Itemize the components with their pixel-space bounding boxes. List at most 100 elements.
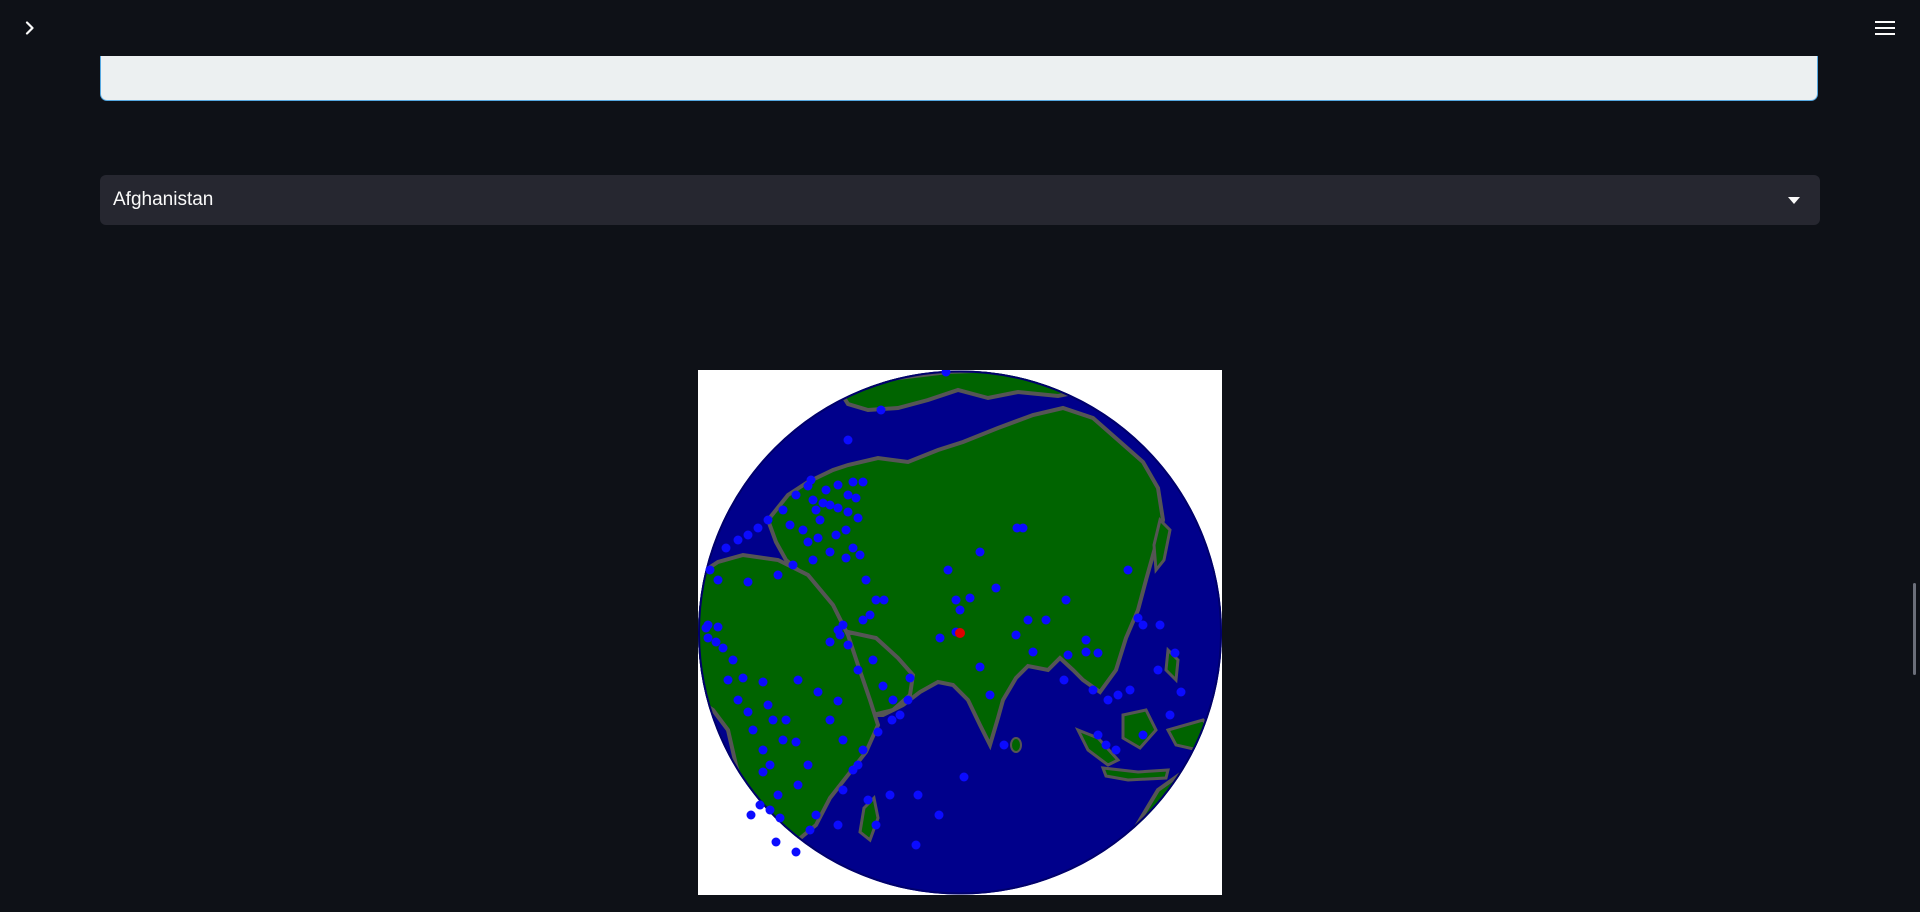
- city-marker[interactable]: [763, 515, 773, 525]
- city-marker[interactable]: [765, 760, 775, 770]
- city-marker[interactable]: [1155, 620, 1165, 630]
- city-marker[interactable]: [758, 677, 768, 687]
- city-marker[interactable]: [895, 710, 905, 720]
- city-marker[interactable]: [1041, 615, 1051, 625]
- city-marker[interactable]: [833, 503, 843, 513]
- city-marker[interactable]: [843, 435, 853, 445]
- city-marker[interactable]: [1061, 595, 1071, 605]
- city-marker[interactable]: [1113, 690, 1123, 700]
- city-marker[interactable]: [965, 593, 975, 603]
- city-marker[interactable]: [999, 740, 1009, 750]
- city-marker[interactable]: [721, 543, 731, 553]
- city-marker[interactable]: [1081, 635, 1091, 645]
- city-marker[interactable]: [788, 560, 798, 570]
- city-marker[interactable]: [1101, 740, 1111, 750]
- city-marker[interactable]: [934, 810, 944, 820]
- city-marker[interactable]: [843, 490, 853, 500]
- city-marker[interactable]: [815, 515, 825, 525]
- city-marker[interactable]: [746, 810, 756, 820]
- city-marker[interactable]: [743, 707, 753, 717]
- city-marker[interactable]: [848, 477, 858, 487]
- city-marker[interactable]: [848, 543, 858, 553]
- city-marker[interactable]: [841, 553, 851, 563]
- city-marker[interactable]: [913, 790, 923, 800]
- city-marker[interactable]: [805, 825, 815, 835]
- city-marker[interactable]: [743, 530, 753, 540]
- city-marker[interactable]: [887, 715, 897, 725]
- city-marker[interactable]: [841, 525, 851, 535]
- city-marker[interactable]: [853, 760, 863, 770]
- city-marker[interactable]: [985, 690, 995, 700]
- city-marker[interactable]: [863, 795, 873, 805]
- main-menu-button[interactable]: [1872, 16, 1898, 40]
- city-marker[interactable]: [991, 583, 1001, 593]
- city-marker[interactable]: [1138, 730, 1148, 740]
- city-marker[interactable]: [798, 525, 808, 535]
- city-marker[interactable]: [858, 745, 868, 755]
- city-marker[interactable]: [853, 665, 863, 675]
- city-marker[interactable]: [825, 500, 835, 510]
- city-marker[interactable]: [763, 700, 773, 710]
- city-marker[interactable]: [911, 840, 921, 850]
- city-marker[interactable]: [705, 565, 715, 575]
- city-marker[interactable]: [793, 780, 803, 790]
- city-marker[interactable]: [975, 547, 985, 557]
- city-marker[interactable]: [838, 785, 848, 795]
- city-marker[interactable]: [773, 790, 783, 800]
- city-marker[interactable]: [951, 595, 961, 605]
- city-marker[interactable]: [1103, 695, 1113, 705]
- city-marker[interactable]: [955, 605, 965, 615]
- city-marker[interactable]: [791, 847, 801, 857]
- city-marker[interactable]: [773, 570, 783, 580]
- country-select[interactable]: Afghanistan: [100, 175, 1820, 225]
- city-marker[interactable]: [858, 477, 868, 487]
- city-marker[interactable]: [781, 715, 791, 725]
- city-marker[interactable]: [793, 675, 803, 685]
- city-marker[interactable]: [905, 673, 915, 683]
- city-marker[interactable]: [873, 727, 883, 737]
- city-marker[interactable]: [943, 565, 953, 575]
- city-marker[interactable]: [1093, 648, 1103, 658]
- city-marker[interactable]: [1111, 745, 1121, 755]
- city-marker[interactable]: [1088, 685, 1098, 695]
- city-marker[interactable]: [1063, 650, 1073, 660]
- city-marker[interactable]: [803, 537, 813, 547]
- city-marker[interactable]: [765, 805, 775, 815]
- city-marker[interactable]: [871, 820, 881, 830]
- city-marker[interactable]: [723, 675, 733, 685]
- city-marker[interactable]: [876, 405, 886, 415]
- city-marker[interactable]: [768, 715, 778, 725]
- city-marker[interactable]: [853, 513, 863, 523]
- city-marker[interactable]: [743, 577, 753, 587]
- city-marker[interactable]: [1125, 685, 1135, 695]
- page-scrollbar[interactable]: [1913, 583, 1916, 675]
- city-marker[interactable]: [1153, 665, 1163, 675]
- city-marker[interactable]: [808, 495, 818, 505]
- city-marker[interactable]: [959, 772, 969, 782]
- city-marker[interactable]: [878, 681, 888, 691]
- city-marker[interactable]: [843, 640, 853, 650]
- city-marker[interactable]: [851, 493, 861, 503]
- city-marker[interactable]: [733, 535, 743, 545]
- city-marker[interactable]: [879, 595, 889, 605]
- city-marker[interactable]: [868, 655, 878, 665]
- city-marker[interactable]: [871, 595, 881, 605]
- city-marker[interactable]: [833, 696, 843, 706]
- city-marker[interactable]: [821, 485, 831, 495]
- city-marker[interactable]: [975, 662, 985, 672]
- city-marker[interactable]: [791, 737, 801, 747]
- city-marker[interactable]: [833, 820, 843, 830]
- city-marker[interactable]: [778, 735, 788, 745]
- city-marker[interactable]: [771, 837, 781, 847]
- city-marker[interactable]: [733, 695, 743, 705]
- city-marker[interactable]: [1028, 647, 1038, 657]
- city-marker[interactable]: [811, 810, 821, 820]
- city-marker[interactable]: [885, 790, 895, 800]
- city-marker[interactable]: [755, 800, 765, 810]
- city-marker[interactable]: [758, 745, 768, 755]
- city-marker[interactable]: [738, 673, 748, 683]
- city-marker[interactable]: [775, 813, 785, 823]
- city-marker[interactable]: [813, 687, 823, 697]
- city-marker[interactable]: [803, 481, 813, 491]
- city-marker[interactable]: [791, 490, 801, 500]
